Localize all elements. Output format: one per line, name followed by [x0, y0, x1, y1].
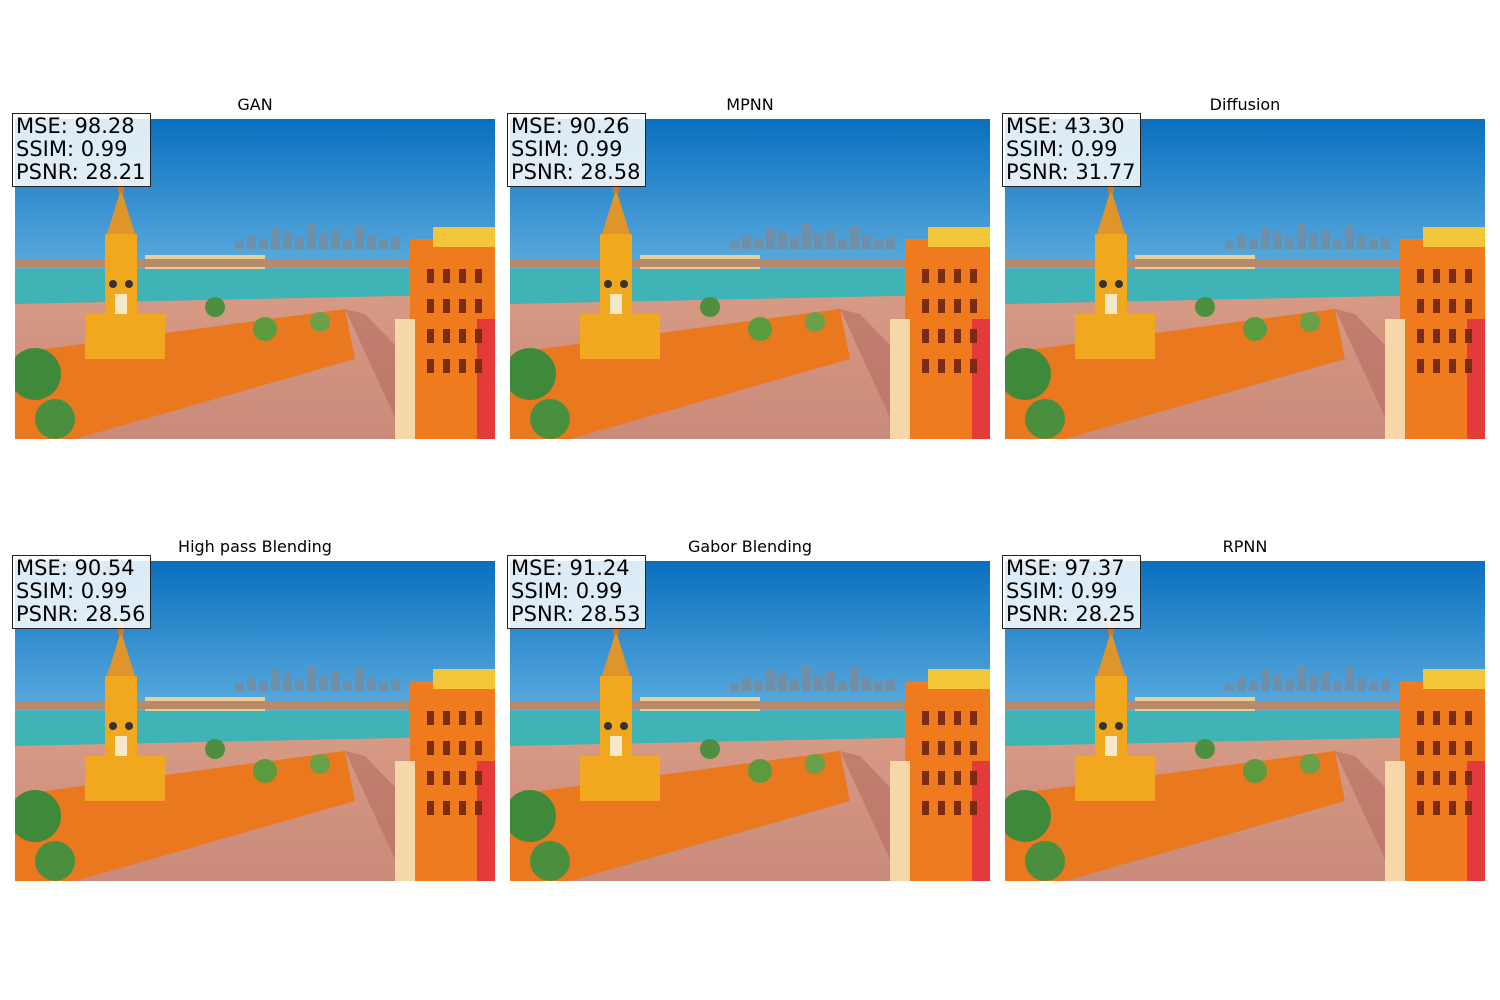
panel-title: Gabor Blending: [687, 537, 813, 556]
panel-high-pass-blending: High pass Blending MSE: 90.54 SSIM: 0.99…: [12, 537, 495, 881]
psnr-value: PSNR: 28.58: [511, 160, 641, 184]
ssim-value: SSIM: 0.99: [16, 579, 128, 603]
panel-title: Diffusion: [1209, 95, 1281, 114]
metrics-box: MSE: 90.26 SSIM: 0.99 PSNR: 28.58: [507, 113, 646, 187]
ssim-value: SSIM: 0.99: [511, 579, 623, 603]
panel-gan: GAN MSE: 98.28 SSIM: 0.99 PSNR: 28.21: [12, 95, 495, 439]
panel-diffusion: Diffusion MSE: 43.30 SSIM: 0.99 PSNR: 31…: [1002, 95, 1485, 439]
panel-title: RPNN: [1222, 537, 1268, 556]
mse-value: MSE: 90.26: [511, 114, 630, 138]
psnr-value: PSNR: 28.25: [1006, 602, 1136, 626]
panel-title: GAN: [237, 95, 273, 114]
psnr-value: PSNR: 28.21: [16, 160, 146, 184]
panel-mpnn: MPNN MSE: 90.26 SSIM: 0.99 PSNR: 28.58: [507, 95, 990, 439]
psnr-value: PSNR: 28.56: [16, 602, 146, 626]
metrics-box: MSE: 91.24 SSIM: 0.99 PSNR: 28.53: [507, 555, 646, 629]
psnr-value: PSNR: 28.53: [511, 602, 641, 626]
ssim-value: SSIM: 0.99: [1006, 579, 1118, 603]
panel-rpnn: RPNN MSE: 97.37 SSIM: 0.99 PSNR: 28.25: [1002, 537, 1485, 881]
ssim-value: SSIM: 0.99: [1006, 137, 1118, 161]
metrics-box: MSE: 97.37 SSIM: 0.99 PSNR: 28.25: [1002, 555, 1141, 629]
metrics-box: MSE: 43.30 SSIM: 0.99 PSNR: 31.77: [1002, 113, 1141, 187]
psnr-value: PSNR: 31.77: [1006, 160, 1136, 184]
mse-value: MSE: 90.54: [16, 556, 135, 580]
panel-gabor-blending: Gabor Blending MSE: 91.24 SSIM: 0.99 PSN…: [507, 537, 990, 881]
mse-value: MSE: 97.37: [1006, 556, 1125, 580]
ssim-value: SSIM: 0.99: [511, 137, 623, 161]
mse-value: MSE: 91.24: [511, 556, 630, 580]
panel-title: MPNN: [726, 95, 774, 114]
metrics-box: MSE: 98.28 SSIM: 0.99 PSNR: 28.21: [12, 113, 151, 187]
metrics-box: MSE: 90.54 SSIM: 0.99 PSNR: 28.56: [12, 555, 151, 629]
panel-title: High pass Blending: [178, 537, 332, 556]
mse-value: MSE: 98.28: [16, 114, 135, 138]
mse-value: MSE: 43.30: [1006, 114, 1125, 138]
ssim-value: SSIM: 0.99: [16, 137, 128, 161]
